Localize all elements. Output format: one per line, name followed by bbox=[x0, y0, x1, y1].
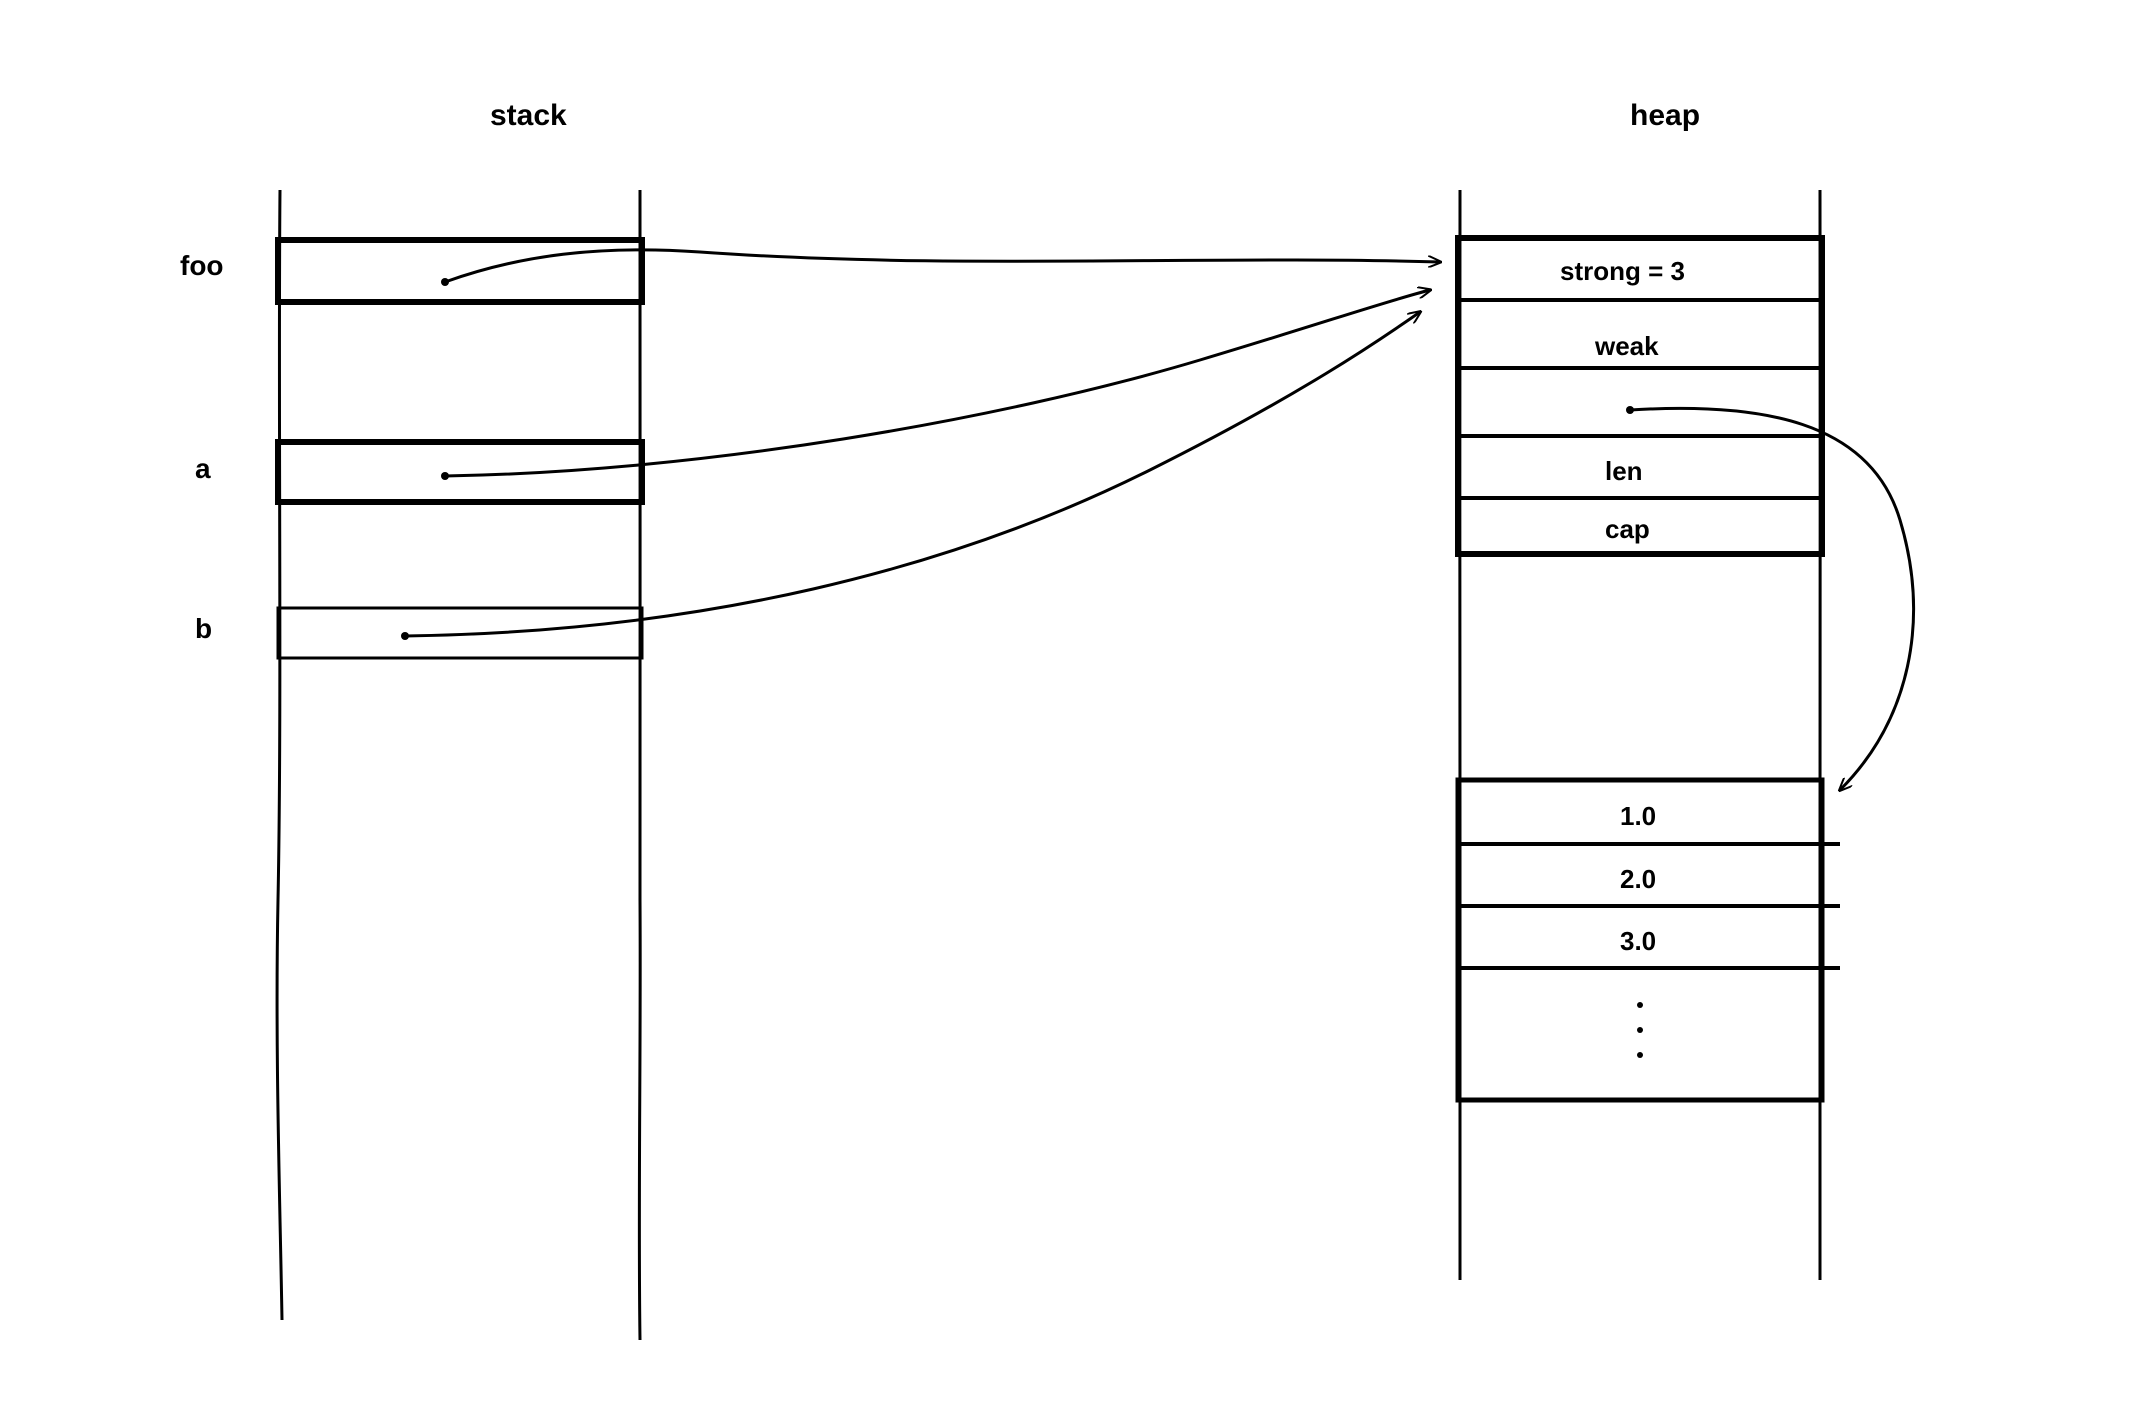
stack-title: stack bbox=[490, 99, 567, 132]
arrow-foo-to-heap bbox=[445, 250, 1440, 282]
ellipsis-dot bbox=[1637, 1002, 1643, 1008]
stack-cell-a bbox=[278, 442, 642, 502]
heap-data-3: 3.0 bbox=[1620, 926, 1656, 956]
arrow-b-to-heap bbox=[405, 312, 1420, 636]
stack-var-b: b bbox=[195, 613, 212, 644]
stack-var-a: a bbox=[195, 453, 211, 484]
heap-rc-weak: weak bbox=[1594, 331, 1659, 361]
heap-rc-strong: strong = 3 bbox=[1560, 256, 1685, 286]
heap-rc-cap: cap bbox=[1605, 514, 1650, 544]
stack-cell-foo bbox=[278, 240, 642, 302]
ellipsis-dot bbox=[1637, 1027, 1643, 1033]
stack-var-foo: foo bbox=[180, 250, 224, 281]
arrow-a-to-heap bbox=[445, 290, 1430, 476]
stack-left-line bbox=[277, 190, 282, 1320]
stack-right-line bbox=[639, 190, 640, 1340]
heap-rc-len: len bbox=[1605, 456, 1643, 486]
heap-data-1: 1.0 bbox=[1620, 801, 1656, 831]
arrow-rc-to-data bbox=[1630, 408, 1914, 790]
stack-cell-b bbox=[278, 608, 642, 658]
heap-data-2: 2.0 bbox=[1620, 864, 1656, 894]
heap-title: heap bbox=[1630, 99, 1700, 132]
ellipsis-dot bbox=[1637, 1052, 1643, 1058]
